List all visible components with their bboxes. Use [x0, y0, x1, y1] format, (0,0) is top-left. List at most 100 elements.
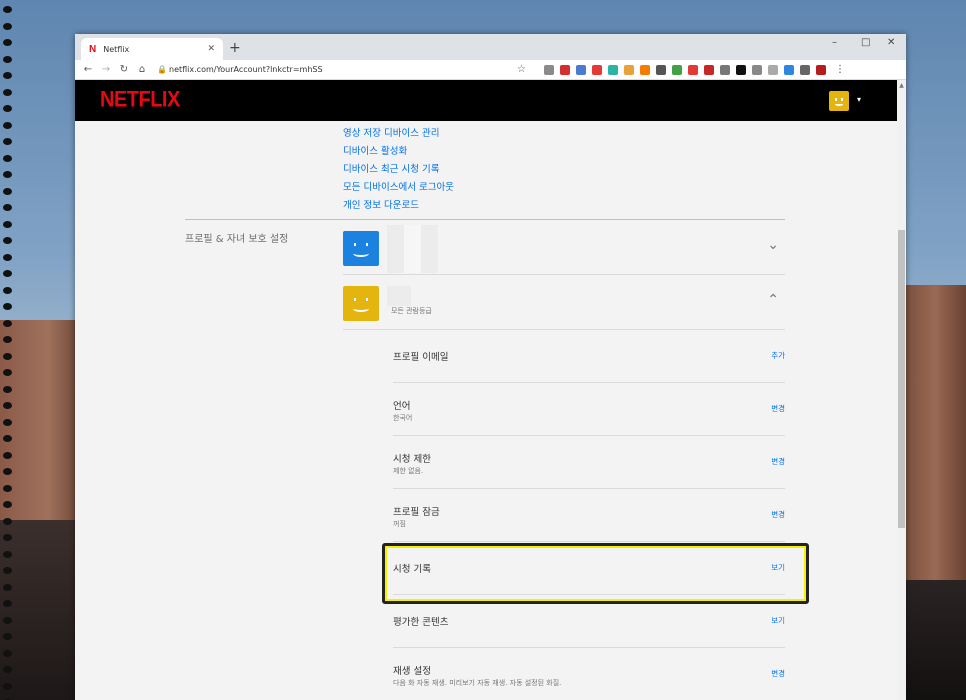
spiral-ring	[3, 600, 12, 607]
extension-icon[interactable]	[720, 64, 730, 75]
lock-icon: 🔒	[157, 65, 167, 74]
extension-icon[interactable]	[688, 64, 698, 75]
extension-icon[interactable]	[608, 64, 618, 75]
extension-icon[interactable]	[672, 64, 682, 75]
link-sign-out-all-devices[interactable]: 모든 디바이스에서 로그아웃	[343, 179, 454, 197]
spiral-ring	[3, 451, 12, 459]
spiral-ring	[3, 187, 12, 195]
spiral-ring	[3, 517, 12, 525]
profile-name-redacted	[387, 286, 411, 306]
extension-icon[interactable]	[560, 64, 570, 75]
setting-desc: 제한 없음.	[393, 467, 424, 475]
page-scrollbar[interactable]: ▲	[897, 80, 906, 700]
spiral-ring	[3, 583, 12, 591]
extension-icon[interactable]	[800, 64, 810, 75]
spiral-ring	[3, 138, 12, 145]
account-caret-icon[interactable]: ▾	[857, 95, 861, 104]
scroll-thumb[interactable]	[898, 230, 905, 528]
tab-netflix[interactable]: N Netflix ✕	[81, 38, 223, 60]
setting-action-change[interactable]: 변경	[771, 403, 785, 414]
extension-icon[interactable]	[544, 64, 554, 75]
spiral-ring	[3, 171, 12, 178]
profile-avatar	[343, 231, 379, 266]
smiley-mouth-icon	[353, 305, 369, 313]
extension-icon[interactable]	[704, 64, 714, 75]
annotation-highlight-box	[382, 543, 809, 604]
setting-action-view[interactable]: 보기	[771, 615, 785, 626]
link-download-personal-info[interactable]: 개인 정보 다운로드	[343, 197, 454, 215]
extension-icon[interactable]	[576, 64, 586, 75]
reload-icon[interactable]: ↻	[115, 64, 133, 75]
account-avatar[interactable]	[829, 91, 849, 111]
address-bar[interactable]: 🔒 netflix.com/YourAccount?lnkctr=mhSS	[157, 62, 517, 77]
link-recent-device-streaming[interactable]: 디바이스 최근 시청 기록	[343, 161, 454, 179]
setting-title: 시청 제한	[393, 454, 431, 465]
tab-close-icon[interactable]: ✕	[207, 44, 215, 54]
setting-title: 프로필 이메일	[393, 352, 449, 363]
spiral-ring	[3, 220, 12, 228]
spiral-ring	[3, 616, 12, 624]
profile-row-2[interactable]: 모든 관람등급 ⌃	[343, 276, 785, 330]
setting-action-add[interactable]: 추가	[771, 350, 785, 361]
chevron-up-icon[interactable]: ⌃	[767, 292, 779, 308]
spiral-ring	[3, 567, 12, 574]
spiral-ring	[3, 418, 12, 426]
setting-action-change[interactable]: 변경	[771, 668, 785, 679]
spiral-ring	[3, 649, 12, 657]
extension-icon[interactable]	[784, 64, 794, 75]
bookmark-star-icon[interactable]: ☆	[517, 64, 531, 75]
spiral-ring	[3, 121, 12, 129]
link-download-devices[interactable]: 영상 저장 디바이스 관리	[343, 125, 454, 143]
netflix-logo[interactable]: NETFLIX	[100, 88, 180, 113]
spiral-ring	[3, 633, 12, 640]
extension-icon[interactable]	[656, 64, 666, 75]
spiral-ring	[3, 22, 12, 30]
extension-icon[interactable]	[752, 64, 762, 75]
profile-row-1[interactable]: ⌄	[343, 221, 785, 275]
url-text: netflix.com/YourAccount?lnkctr=mhSS	[169, 65, 323, 74]
omnibar: ← → ↻ ⌂ 🔒 netflix.com/YourAccount?lnkctr…	[75, 60, 906, 80]
profile-avatar	[343, 286, 379, 321]
setting-title: 언어	[393, 401, 411, 412]
setting-profile-lock: 프로필 잠금 꺼짐 변경	[393, 489, 785, 542]
forward-icon[interactable]: →	[97, 64, 115, 75]
spiral-ring	[3, 336, 12, 343]
link-activate-device[interactable]: 디바이스 활성화	[343, 143, 454, 161]
spiral-ring	[3, 550, 12, 558]
minimize-icon[interactable]: –	[832, 37, 837, 48]
spiral-ring	[3, 6, 12, 13]
netflix-header: NETFLIX ▾	[75, 80, 897, 121]
back-icon[interactable]: ←	[79, 64, 97, 75]
spiral-ring	[3, 55, 12, 63]
new-tab-icon[interactable]: +	[229, 40, 241, 56]
extension-icon[interactable]	[768, 64, 778, 75]
browser-menu-icon[interactable]: ⋮	[835, 64, 845, 75]
extension-icon[interactable]	[816, 64, 826, 75]
spiral-ring	[3, 286, 12, 294]
tab-title: Netflix	[103, 44, 130, 54]
scroll-up-icon[interactable]: ▲	[897, 82, 906, 89]
spiral-ring	[3, 402, 12, 409]
spiral-ring	[3, 204, 12, 211]
setting-action-change[interactable]: 변경	[771, 456, 785, 467]
extension-icon[interactable]	[736, 64, 746, 75]
spiral-ring	[3, 105, 12, 112]
setting-playback: 재생 설정 다음 화 자동 재생. 미리보기 자동 재생. 자동 설정된 화질.…	[393, 648, 785, 700]
extension-icon[interactable]	[624, 64, 634, 75]
spiral-ring	[3, 369, 12, 376]
spiral-ring	[3, 72, 12, 79]
setting-language: 언어 한국어 변경	[393, 383, 785, 436]
spiral-ring	[3, 303, 12, 310]
extension-icon[interactable]	[592, 64, 602, 75]
setting-title: 평가한 콘텐츠	[393, 617, 449, 628]
section-label-profiles: 프로필 & 자녀 보호 설정	[185, 234, 289, 245]
extension-icon[interactable]	[640, 64, 650, 75]
profile-name-redacted	[387, 225, 439, 273]
smiley-mouth-icon	[353, 250, 369, 258]
setting-profile-email: 프로필 이메일 추가	[393, 330, 785, 383]
chevron-down-icon[interactable]: ⌄	[767, 237, 779, 253]
home-icon[interactable]: ⌂	[133, 64, 151, 75]
maximize-icon[interactable]: □	[861, 37, 870, 48]
setting-action-change[interactable]: 변경	[771, 509, 785, 520]
window-close-icon[interactable]: ✕	[887, 37, 895, 48]
